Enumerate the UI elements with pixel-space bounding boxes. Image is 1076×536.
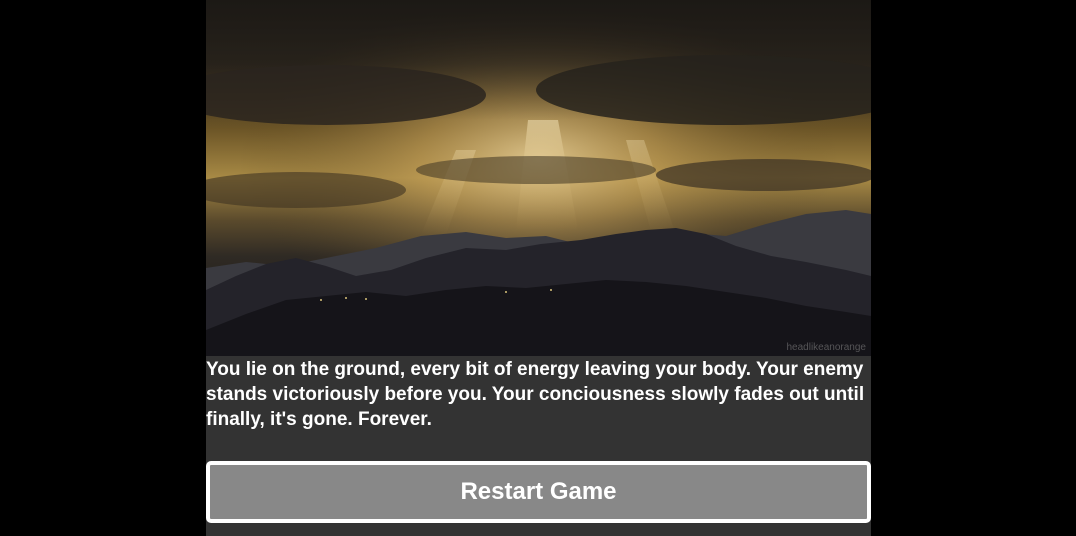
scene-watermark: headlikeanorange (786, 342, 866, 353)
restart-game-button[interactable]: Restart Game (206, 461, 871, 523)
story-text: You lie on the ground, every bit of ener… (206, 359, 865, 430)
game-panel: headlikeanorange You lie on the ground, … (206, 0, 871, 536)
scene-image: headlikeanorange (206, 0, 871, 356)
